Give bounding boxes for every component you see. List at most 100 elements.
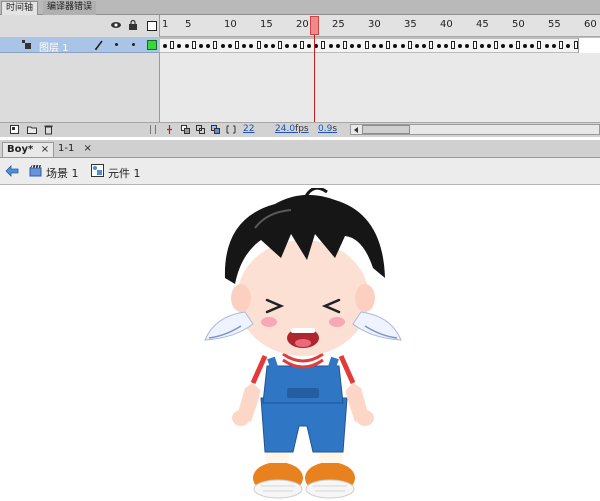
- close-icon[interactable]: ×: [84, 143, 92, 154]
- frame-end-marker[interactable]: [213, 41, 218, 49]
- frames-end: [578, 38, 600, 53]
- ruler-number: 35: [404, 19, 417, 30]
- breadcrumb-scene[interactable]: 场景 1: [46, 165, 79, 181]
- center-frame-icon[interactable]: [165, 125, 173, 134]
- frame-end-marker[interactable]: [494, 41, 499, 49]
- layer-name[interactable]: 图层 1: [39, 39, 69, 54]
- onion-skin-icon[interactable]: [181, 125, 190, 134]
- frame-end-marker[interactable]: [429, 41, 434, 49]
- tab-timeline[interactable]: 时间轴: [1, 1, 39, 15]
- keyframe-dot[interactable]: [400, 44, 405, 48]
- keyframe-dot[interactable]: [530, 44, 535, 48]
- outline-color-box[interactable]: [147, 40, 157, 50]
- frame-end-marker[interactable]: [299, 41, 304, 49]
- scrollbar-thumb[interactable]: [362, 125, 410, 134]
- keyframe-dot[interactable]: [163, 44, 167, 48]
- keyframe-dot[interactable]: [479, 44, 484, 48]
- keyframe-dot[interactable]: [227, 44, 232, 48]
- keyframe-dot[interactable]: [566, 44, 571, 48]
- keyframe-dot[interactable]: [271, 44, 275, 48]
- frame-end-marker[interactable]: [191, 41, 196, 49]
- keyframe-dot[interactable]: [465, 44, 470, 48]
- keyframe-dot[interactable]: [328, 44, 333, 48]
- splitter-handle[interactable]: [150, 125, 156, 134]
- frame-end-marker[interactable]: [472, 41, 477, 49]
- visibility-dot[interactable]: [115, 43, 118, 46]
- tab-doc-boy[interactable]: Boy* ×: [2, 142, 55, 157]
- ruler-number: 10: [224, 19, 237, 30]
- keyframe-dot[interactable]: [184, 44, 189, 48]
- keyframe-dot[interactable]: [544, 44, 549, 48]
- keyframe-dot[interactable]: [177, 44, 182, 48]
- keyframe-dot[interactable]: [422, 44, 427, 48]
- eye-icon[interactable]: [110, 20, 122, 30]
- keyframe-dot[interactable]: [379, 44, 383, 48]
- keyframe-dot[interactable]: [350, 44, 355, 48]
- keyframe-dot[interactable]: [307, 44, 311, 48]
- keyframe-dot[interactable]: [292, 44, 297, 48]
- breadcrumb-bar: [0, 158, 600, 185]
- frame-end-marker[interactable]: [170, 41, 175, 49]
- ruler-number: 45: [476, 19, 489, 30]
- keyframe-strip[interactable]: [160, 38, 600, 53]
- frame-end-marker[interactable]: [235, 41, 239, 49]
- frame-end-marker[interactable]: [559, 41, 563, 49]
- keyframe-dot[interactable]: [436, 44, 441, 48]
- keyframe-dot[interactable]: [443, 44, 448, 48]
- frame-end-marker[interactable]: [321, 41, 326, 49]
- keyframe-dot[interactable]: [263, 44, 268, 48]
- layer-panel: [0, 15, 160, 123]
- keyframe-dot[interactable]: [415, 44, 419, 48]
- keyframe-dot[interactable]: [199, 44, 203, 48]
- keyframe-dot[interactable]: [220, 44, 225, 48]
- keyframe-dot[interactable]: [501, 44, 506, 48]
- lock-dot[interactable]: [132, 43, 135, 46]
- playhead-line: [314, 35, 315, 125]
- keyframe-dot[interactable]: [523, 44, 527, 48]
- frame-end-marker[interactable]: [537, 41, 542, 49]
- tab-compiler-errors[interactable]: 编译器错误: [43, 1, 97, 15]
- frame-end-marker[interactable]: [515, 41, 520, 49]
- symbol-icon: [91, 164, 104, 177]
- new-layer-icon[interactable]: [10, 125, 19, 134]
- breadcrumb-symbol[interactable]: 元件 1: [108, 165, 141, 181]
- elapsed-time[interactable]: 0.9s: [318, 124, 337, 134]
- frame-end-marker[interactable]: [407, 41, 412, 49]
- keyframe-dot[interactable]: [458, 44, 463, 48]
- keyframe-dot[interactable]: [206, 44, 211, 48]
- keyframe-dot[interactable]: [285, 44, 290, 48]
- keyframe-dot[interactable]: [249, 44, 254, 48]
- modify-onion-markers-icon[interactable]: [226, 125, 236, 134]
- layer-type-icon: [22, 40, 32, 50]
- edit-multiple-frames-icon[interactable]: [211, 125, 220, 134]
- keyframe-dot[interactable]: [357, 44, 362, 48]
- keyframe-dot[interactable]: [508, 44, 513, 48]
- current-frame[interactable]: 22: [243, 124, 254, 134]
- keyframe-dot[interactable]: [242, 44, 247, 48]
- keyframe-dot[interactable]: [393, 44, 398, 48]
- keyframe-dot[interactable]: [487, 44, 491, 48]
- frame-end-marker[interactable]: [364, 41, 369, 49]
- scroll-left-icon[interactable]: [352, 126, 360, 134]
- frame-end-marker[interactable]: [256, 41, 261, 49]
- frame-end-marker[interactable]: [451, 41, 455, 49]
- frame-end-marker[interactable]: [278, 41, 283, 49]
- frame-end-marker[interactable]: [386, 41, 391, 49]
- back-arrow-icon[interactable]: [5, 165, 19, 177]
- ruler-number: 5: [185, 19, 192, 30]
- keyframe-dot[interactable]: [371, 44, 376, 48]
- onion-outline-icon[interactable]: [196, 125, 205, 134]
- new-folder-icon[interactable]: [27, 125, 37, 134]
- frame-end-marker[interactable]: [343, 41, 347, 49]
- keyframe-dot[interactable]: [335, 44, 340, 48]
- close-icon[interactable]: ×: [41, 144, 49, 155]
- tab-doc-1-1[interactable]: 1-1 ×: [54, 142, 96, 157]
- pencil-icon: [94, 39, 104, 50]
- ruler-number: 15: [260, 19, 273, 30]
- delete-icon[interactable]: [44, 125, 53, 135]
- playhead-handle[interactable]: [310, 16, 319, 35]
- lock-icon[interactable]: [128, 19, 138, 31]
- keyframe-dot[interactable]: [551, 44, 556, 48]
- frame-rate[interactable]: 24.0fps: [275, 124, 309, 134]
- outline-icon[interactable]: [147, 21, 157, 31]
